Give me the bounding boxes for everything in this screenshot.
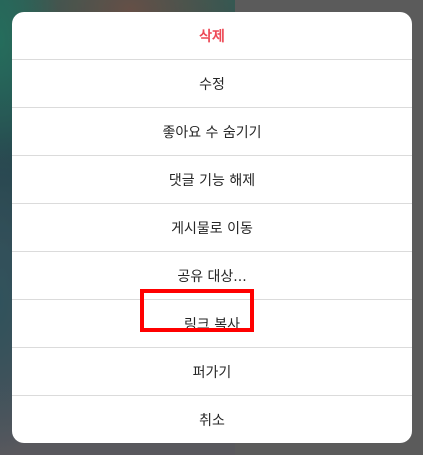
embed-button[interactable]: 퍼가기 — [12, 347, 412, 395]
cancel-button[interactable]: 취소 — [12, 395, 412, 443]
hide-like-count-button[interactable]: 좋아요 수 숨기기 — [12, 107, 412, 155]
delete-button[interactable]: 삭제 — [12, 12, 412, 59]
embed-label: 퍼가기 — [192, 364, 232, 381]
go-to-post-button[interactable]: 게시물로 이동 — [12, 203, 412, 251]
copy-link-label: 링크 복사 — [184, 316, 240, 333]
copy-link-button[interactable]: 링크 복사 — [12, 299, 412, 347]
delete-button-label: 삭제 — [199, 28, 225, 45]
turn-off-commenting-button[interactable]: 댓글 기능 해제 — [12, 155, 412, 203]
post-options-dialog: 삭제 수정 좋아요 수 숨기기 댓글 기능 해제 게시물로 이동 공유 대상..… — [12, 12, 412, 443]
hide-like-count-label: 좋아요 수 숨기기 — [162, 124, 262, 141]
edit-button-label: 수정 — [199, 76, 225, 93]
go-to-post-label: 게시물로 이동 — [171, 220, 253, 237]
share-to-button[interactable]: 공유 대상... — [12, 251, 412, 299]
share-to-label: 공유 대상... — [177, 268, 247, 285]
turn-off-commenting-label: 댓글 기능 해제 — [168, 172, 256, 189]
cancel-label: 취소 — [199, 412, 225, 429]
edit-button[interactable]: 수정 — [12, 59, 412, 107]
